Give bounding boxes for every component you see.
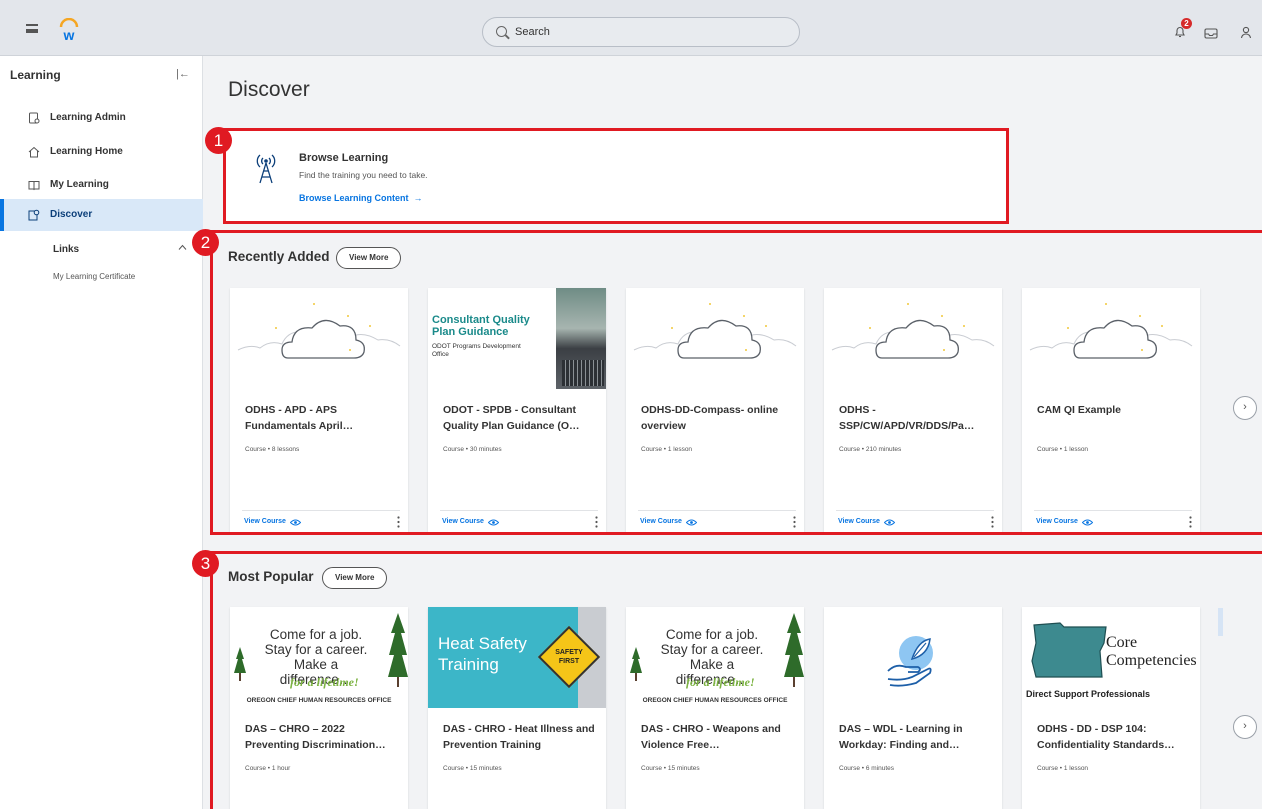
sidebar-item-learning-home[interactable]: Learning Home — [0, 136, 203, 168]
search-placeholder: Search — [515, 26, 550, 38]
admin-icon — [29, 112, 40, 124]
sidebar-title: Learning — [10, 68, 61, 82]
book-icon — [28, 181, 40, 191]
callout-number-2: 2 — [192, 229, 219, 256]
workday-logo[interactable]: w — [58, 18, 80, 42]
sidebar-item-label: My Learning — [50, 179, 109, 190]
search-input[interactable]: Search — [482, 17, 800, 47]
sidebar-item-my-learning[interactable]: My Learning — [0, 169, 203, 201]
discover-icon — [28, 209, 40, 221]
search-icon — [496, 26, 507, 37]
profile-icon[interactable] — [1240, 26, 1252, 40]
highlight-box-2 — [210, 230, 1262, 535]
highlight-box-3 — [210, 551, 1262, 809]
notification-badge: 2 — [1181, 18, 1192, 29]
sidebar-item-discover[interactable]: Discover — [0, 199, 203, 231]
menu-icon[interactable] — [26, 24, 38, 33]
sidebar-item-label: Discover — [50, 209, 93, 220]
links-header[interactable]: Links — [53, 244, 79, 255]
link-my-learning-certificate[interactable]: My Learning Certificate — [53, 272, 135, 281]
callout-number-1: 1 — [205, 127, 232, 154]
page-title: Discover — [228, 78, 310, 101]
inbox-icon[interactable] — [1204, 27, 1218, 39]
callout-number-3: 3 — [192, 550, 219, 577]
highlight-box-1 — [223, 128, 1009, 224]
svg-text:w: w — [63, 27, 75, 42]
sidebar-item-label: Learning Home — [50, 146, 123, 157]
sidebar-item-learning-admin[interactable]: Learning Admin — [0, 102, 203, 134]
top-bar: w Search 2 — [0, 0, 1262, 56]
sidebar-item-label: Learning Admin — [50, 112, 126, 123]
home-icon — [28, 146, 40, 158]
collapse-sidebar-icon[interactable]: |← — [176, 68, 190, 80]
sidebar: Learning |← Learning Admin Learning Home… — [0, 56, 203, 809]
chevron-up-icon[interactable] — [178, 243, 187, 252]
